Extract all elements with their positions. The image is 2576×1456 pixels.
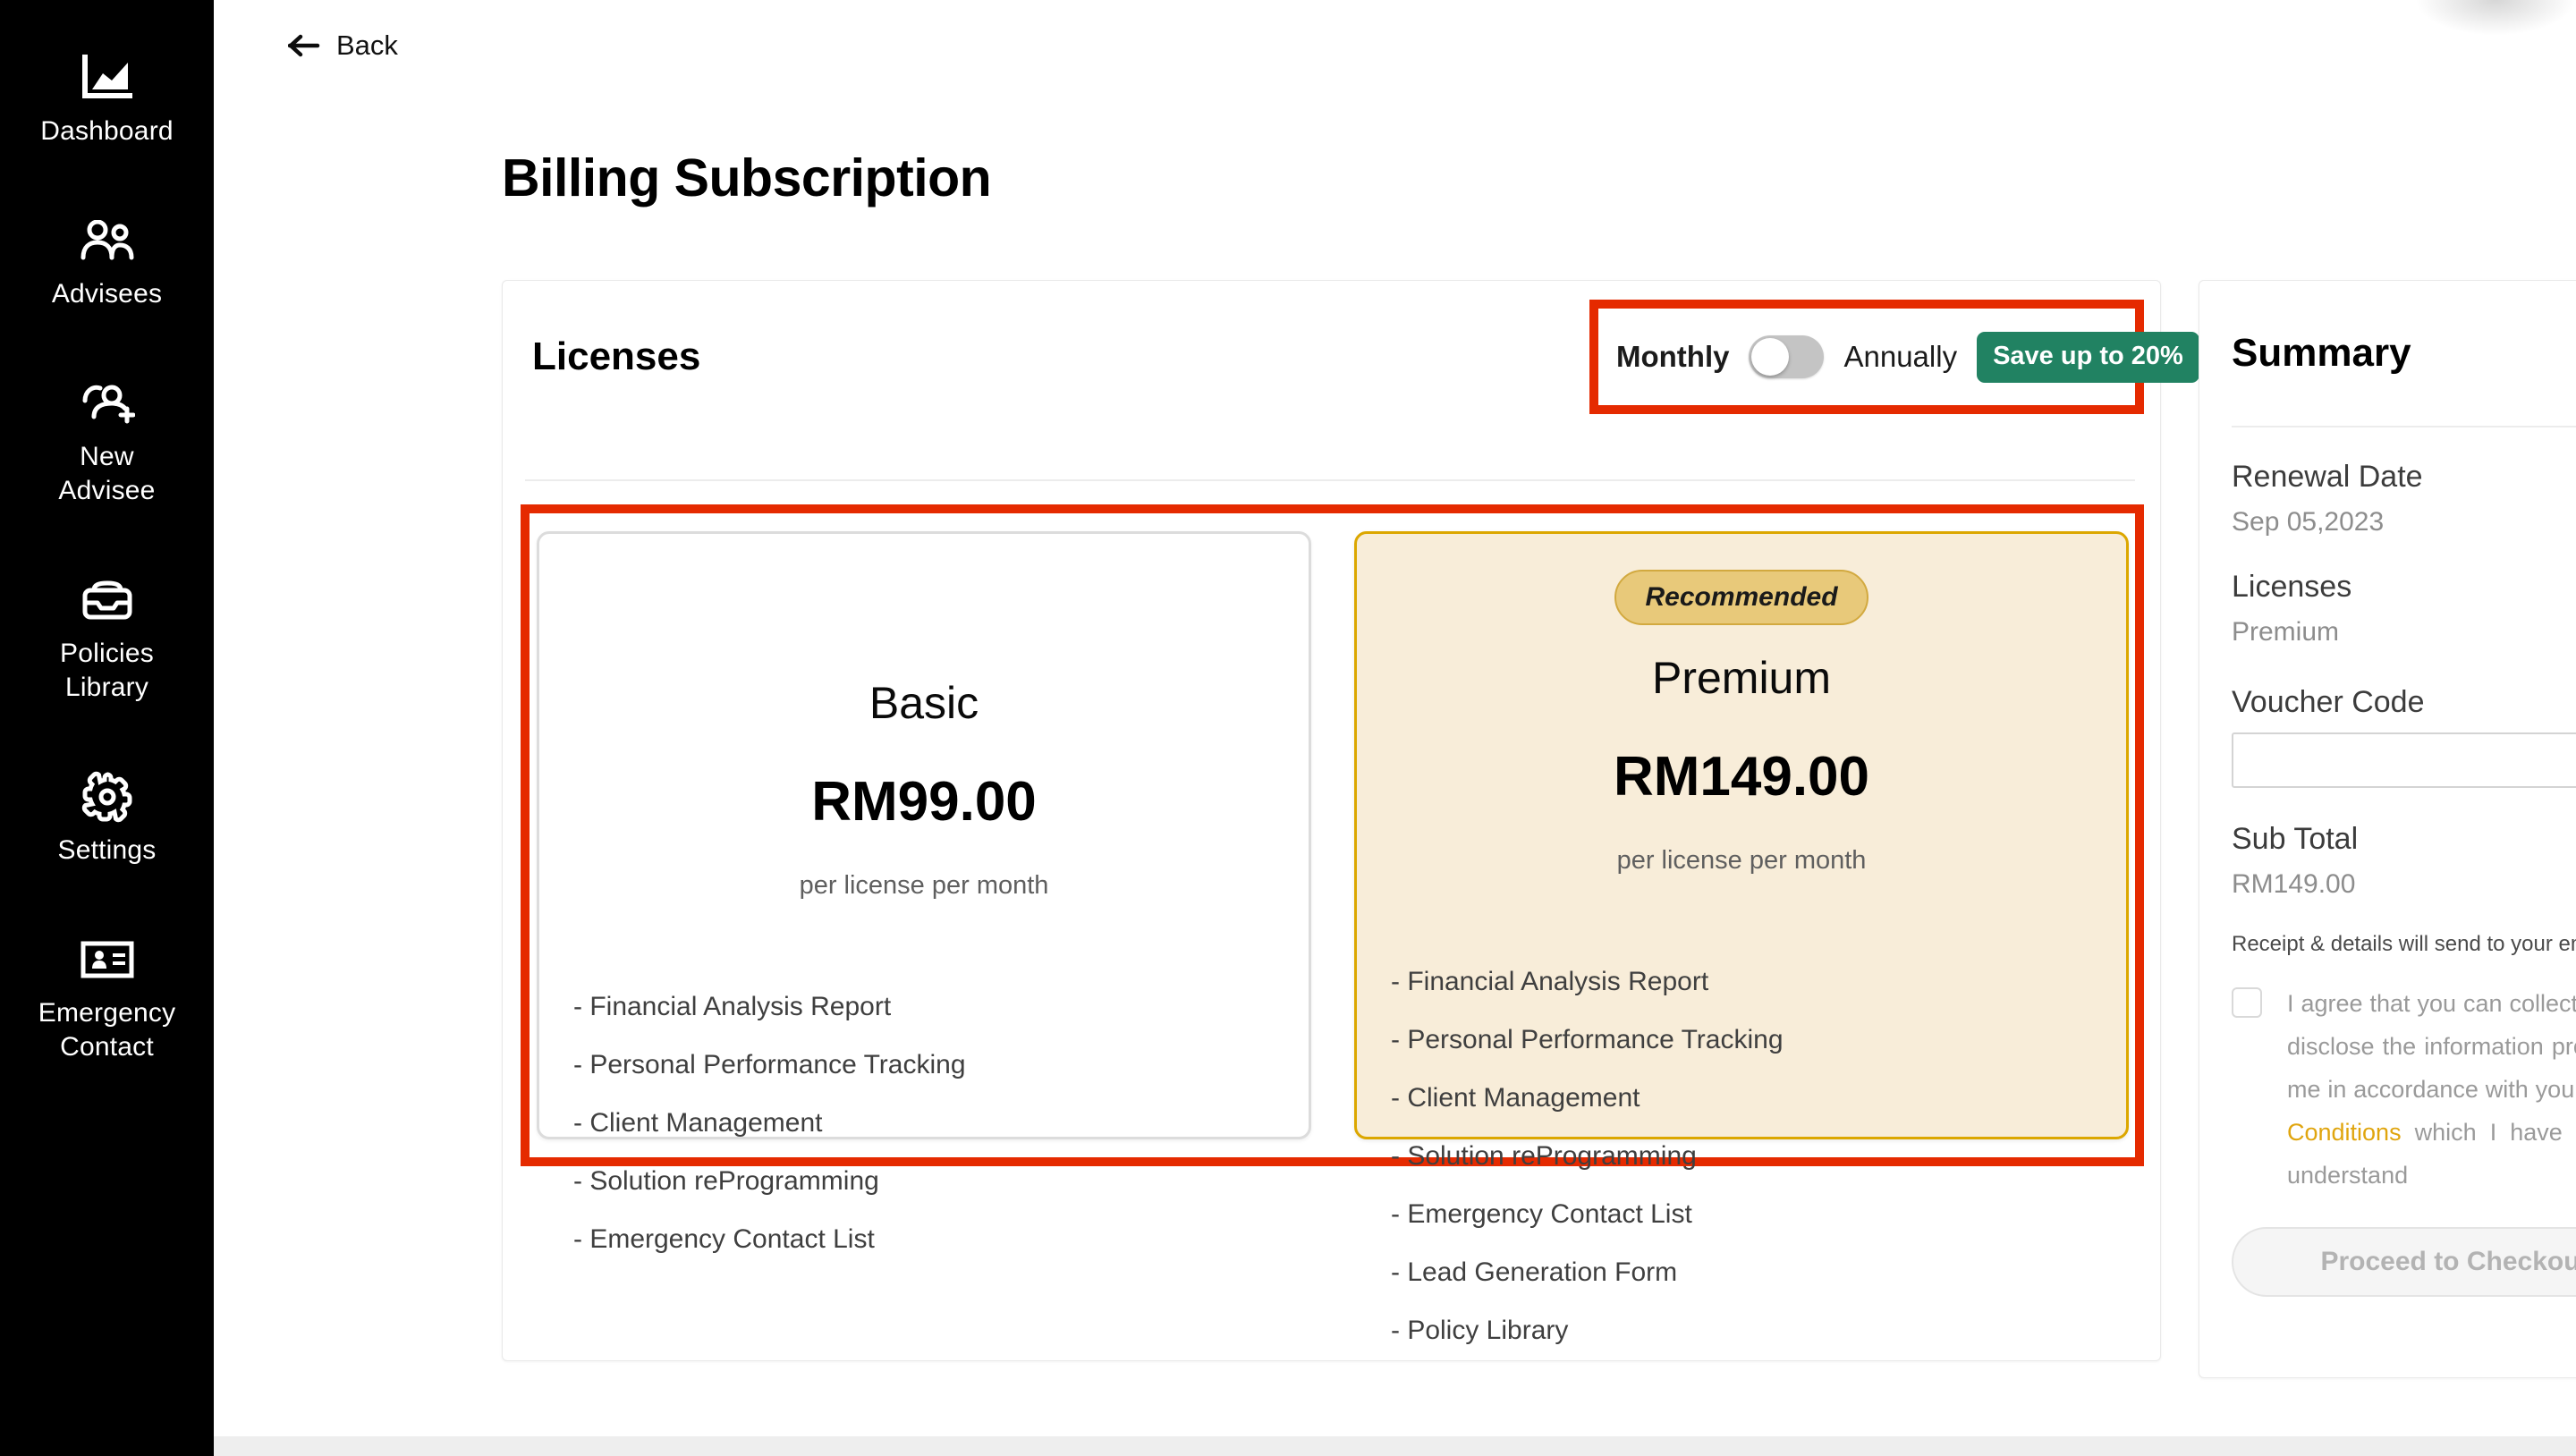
plan-cards-container: Basic RM99.00 per license per month - Fi…	[537, 531, 2129, 1344]
plan-feature: - Emergency Contact List	[1391, 1199, 1692, 1229]
person-add-icon	[80, 376, 135, 431]
plan-card-premium[interactable]: Recommended Premium RM149.00 per license…	[1354, 531, 2129, 1344]
sidebar-navigation: Dashboard Advisees New Advisee Policies …	[0, 0, 214, 1456]
plan-card-basic[interactable]: Basic RM99.00 per license per month - Fi…	[537, 531, 1311, 1253]
subtotal-label: Sub Total	[2232, 822, 2359, 856]
plan-name: Basic	[869, 678, 979, 728]
consent-text-part1: I agree that you can collect, use and di…	[2287, 990, 2576, 1104]
sidebar-item-label: New Advisee	[58, 442, 156, 505]
plan-name: Premium	[1651, 653, 1832, 703]
sidebar-item-label: Advisees	[51, 279, 163, 309]
plan-feature-list: - Financial Analysis Report - Personal P…	[539, 994, 1309, 1284]
sidebar-item-label: Emergency Contact	[38, 998, 176, 1062]
licenses-value: Premium	[2232, 617, 2340, 647]
billing-period-switch[interactable]	[1749, 335, 1825, 378]
licenses-panel: Licenses Monthly Annually Save up to 20%…	[502, 280, 2199, 1361]
contact-card-icon	[80, 932, 135, 987]
plan-feature: - Personal Performance Tracking	[573, 1050, 966, 1079]
consent-row: I agree that you can collect, use and di…	[2232, 982, 2576, 1197]
save-discount-badge: Save up to 20%	[1977, 331, 2199, 383]
voucher-code-input[interactable]	[2232, 732, 2576, 788]
page-bottom-strip	[214, 1436, 2576, 1456]
licenses-label: Licenses	[2232, 570, 2352, 604]
plan-feature: - Emergency Contact List	[573, 1224, 875, 1254]
licenses-heading: Licenses	[532, 334, 701, 378]
inbox-icon	[80, 572, 135, 628]
sidebar-item-settings[interactable]: Settings	[0, 769, 214, 864]
people-icon	[80, 213, 135, 268]
section-divider	[525, 479, 2135, 481]
plan-price: RM99.00	[811, 771, 1037, 833]
back-label: Back	[336, 30, 398, 61]
corner-shadow	[2415, 0, 2576, 36]
plan-feature: - Solution reProgramming	[573, 1166, 879, 1196]
plan-price: RM149.00	[1613, 746, 1870, 808]
plan-feature: - Lead Generation Form	[1391, 1257, 1678, 1287]
billing-subscription-page: Dashboard Advisees New Advisee Policies …	[0, 0, 2576, 1456]
arrow-left-icon	[288, 32, 320, 59]
plan-feature: - Financial Analysis Report	[1391, 967, 1709, 996]
renewal-date-label: Renewal Date	[2232, 460, 2423, 494]
summary-heading: Summary	[2232, 331, 2411, 375]
sidebar-item-label: Policies Library	[60, 639, 154, 702]
voucher-code-label: Voucher Code	[2232, 685, 2425, 719]
plan-feature-list: - Financial Analysis Report - Personal P…	[1357, 969, 2126, 1376]
summary-panel: Summary Renewal Date Sep 05,2023 License…	[2199, 280, 2576, 1378]
sidebar-item-new-advisee[interactable]: New Advisee	[0, 376, 214, 504]
sidebar-item-advisees[interactable]: Advisees	[0, 213, 214, 308]
proceed-to-checkout-button[interactable]: Proceed to Checkout	[2232, 1227, 2576, 1298]
monthly-label[interactable]: Monthly	[1616, 340, 1729, 374]
consent-text: I agree that you can collect, use and di…	[2287, 982, 2576, 1197]
switch-knob	[1751, 338, 1790, 376]
annually-label[interactable]: Annually	[1843, 340, 1957, 374]
consent-checkbox[interactable]	[2232, 987, 2262, 1018]
gear-icon	[80, 769, 135, 825]
subtotal-value: RM149.00	[2232, 869, 2356, 899]
summary-divider	[2232, 426, 2576, 427]
recommended-badge: Recommended	[1614, 570, 1868, 625]
main-content: Back Billing Subscription Licenses Month…	[214, 0, 2576, 1456]
back-button[interactable]: Back	[288, 30, 398, 62]
plan-feature: - Client Management	[573, 1108, 823, 1138]
plan-price-unit: per license per month	[1616, 846, 1867, 875]
sidebar-item-label: Settings	[57, 835, 157, 865]
sidebar-item-dashboard[interactable]: Dashboard	[0, 50, 214, 145]
billing-period-toggle-group: Monthly Annually Save up to 20%	[1616, 326, 2199, 388]
plan-feature: - Personal Performance Tracking	[1391, 1025, 1784, 1054]
chart-icon	[80, 50, 135, 106]
sidebar-item-emergency-contact[interactable]: Emergency Contact	[0, 932, 214, 1061]
plan-feature: - Policy Library	[1391, 1316, 1569, 1345]
plan-price-unit: per license per month	[799, 871, 1049, 900]
page-title: Billing Subscription	[502, 148, 992, 207]
renewal-date-value: Sep 05,2023	[2232, 507, 2385, 537]
receipt-note: Receipt & details will send to your emai…	[2232, 932, 2576, 956]
sidebar-item-policies-library[interactable]: Policies Library	[0, 572, 214, 701]
plan-feature: - Financial Analysis Report	[573, 992, 892, 1021]
plan-feature: - Solution reProgramming	[1391, 1141, 1697, 1171]
sidebar-item-label: Dashboard	[40, 116, 174, 146]
plan-feature: - Client Management	[1391, 1083, 1640, 1113]
